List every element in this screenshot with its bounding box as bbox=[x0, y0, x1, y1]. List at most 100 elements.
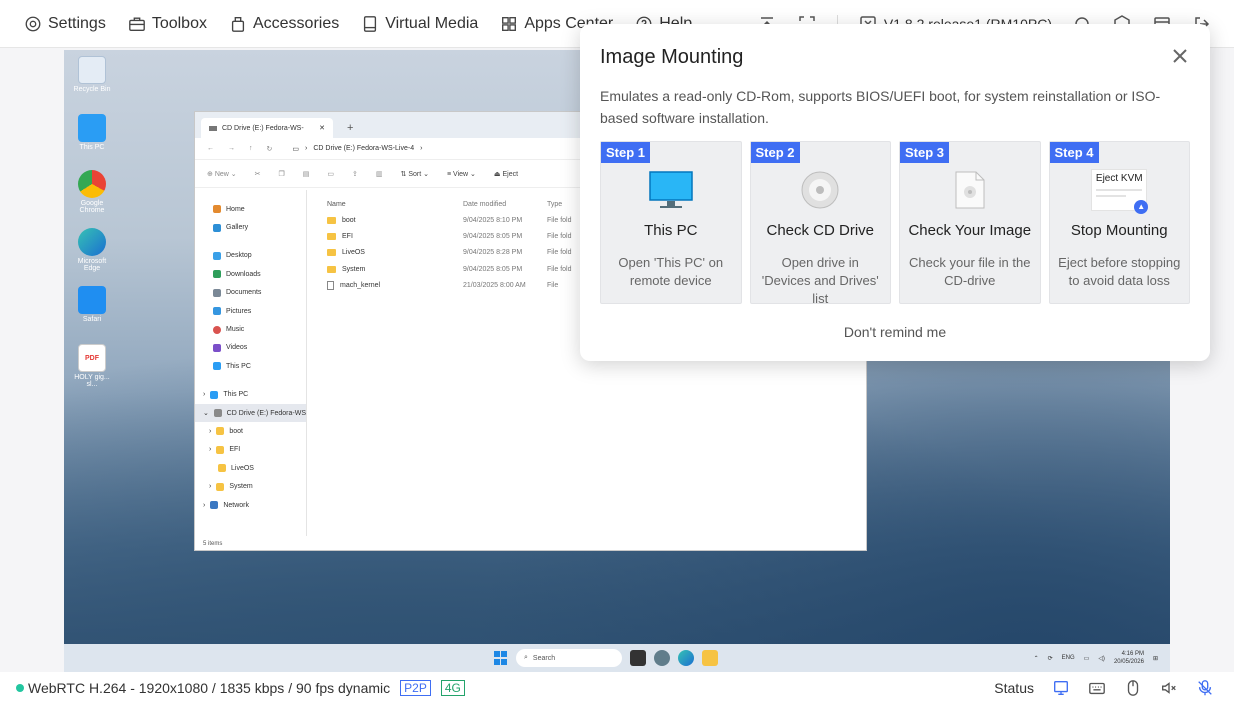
paste-icon[interactable]: ▤ bbox=[303, 170, 310, 178]
microphone-muted-icon[interactable] bbox=[1196, 679, 1214, 697]
nav-item-home[interactable]: Home bbox=[195, 200, 306, 218]
refresh-icon[interactable]: ↻ bbox=[267, 145, 273, 153]
chevron-right-icon: › bbox=[203, 391, 206, 399]
chevron-up-icon[interactable]: ⌃ bbox=[1034, 655, 1039, 662]
taskbar-apps: ⌕ Search bbox=[494, 649, 718, 667]
network-icon[interactable]: ▭ bbox=[1084, 655, 1090, 662]
eject-kvm-card: Eject KVM ▲ bbox=[1091, 169, 1149, 214]
folder-icon bbox=[327, 216, 336, 224]
step-description: Check your file in the CD-drive bbox=[909, 255, 1031, 288]
task-view-icon[interactable] bbox=[630, 650, 646, 666]
folder-icon bbox=[327, 265, 336, 273]
status-button[interactable]: Status bbox=[994, 680, 1034, 696]
home-icon bbox=[213, 205, 221, 214]
view-button[interactable]: ≡ View ⌄ bbox=[447, 170, 476, 178]
clock[interactable]: 4:16 PM 20/05/2026 bbox=[1114, 650, 1144, 666]
desktop-icon-label: Microsoft Edge bbox=[77, 258, 107, 272]
file-name-cell: LiveOS bbox=[321, 249, 463, 257]
nav-item-network[interactable]: › Network bbox=[195, 496, 306, 514]
eject-button[interactable]: ⏏ Eject bbox=[494, 170, 518, 178]
nav-item-efi[interactable]: › EFI bbox=[195, 441, 306, 459]
menu-settings[interactable]: Settings bbox=[24, 15, 106, 33]
speaker-icon[interactable]: ◁) bbox=[1098, 655, 1105, 662]
file-explorer-icon[interactable] bbox=[702, 650, 718, 666]
explorer-tab[interactable]: CD Drive (E:) Fedora-WS- ✕ bbox=[201, 118, 333, 138]
up-icon[interactable]: ↑ bbox=[249, 145, 253, 152]
desktop-icon-label: HOLY gig... sl... bbox=[74, 374, 110, 388]
nav-label: LiveOS bbox=[231, 464, 254, 472]
nav-item-documents[interactable]: Documents bbox=[195, 284, 306, 302]
desktop-icon-edge[interactable]: Microsoft Edge bbox=[70, 228, 114, 272]
desktop-icon-this-pc[interactable]: This PC bbox=[70, 114, 114, 151]
pictures-icon bbox=[213, 307, 221, 316]
column-date[interactable]: Date modified bbox=[463, 201, 547, 208]
file-name: EFI bbox=[342, 232, 353, 240]
folder-icon bbox=[216, 482, 225, 491]
edge-icon[interactable] bbox=[678, 650, 694, 666]
nav-item-desktop[interactable]: Desktop bbox=[195, 247, 306, 265]
dont-remind-button[interactable]: Don't remind me bbox=[600, 324, 1190, 340]
close-tab-icon[interactable]: ✕ bbox=[319, 124, 325, 132]
p2p-badge: P2P bbox=[400, 680, 431, 696]
menu-virtual-media[interactable]: Virtual Media bbox=[361, 15, 478, 33]
notifications-icon[interactable]: ⊞ bbox=[1153, 655, 1158, 662]
close-icon[interactable] bbox=[1172, 48, 1188, 64]
nav-item-videos[interactable]: Videos bbox=[195, 339, 306, 357]
mouse-icon[interactable] bbox=[1124, 679, 1142, 697]
delete-icon[interactable]: ▥ bbox=[376, 170, 383, 178]
gear-icon bbox=[25, 16, 41, 31]
placeholder-line bbox=[1096, 189, 1143, 191]
nav-item-liveos[interactable]: LiveOS bbox=[195, 459, 306, 477]
menu-toolbox[interactable]: Toolbox bbox=[128, 15, 207, 33]
pdf-icon: PDF bbox=[78, 344, 106, 372]
copy-icon[interactable]: ❐ bbox=[279, 170, 285, 178]
nav-item-pictures[interactable]: Pictures bbox=[195, 302, 306, 320]
computer-icon: ▭ bbox=[292, 145, 299, 153]
monitor-icon[interactable] bbox=[1052, 679, 1070, 697]
settings-app-icon[interactable] bbox=[654, 650, 670, 666]
nav-item-cd-drive[interactable]: ⌄ CD Drive (E:) Fedora-WS bbox=[195, 403, 306, 423]
column-name[interactable]: Name bbox=[321, 201, 463, 208]
nav-label: This PC bbox=[223, 391, 249, 399]
new-button[interactable]: ⊕ New ⌄ bbox=[207, 170, 237, 178]
rename-icon[interactable]: ▭ bbox=[327, 170, 334, 178]
nav-item-this-pc-pinned[interactable]: This PC bbox=[195, 357, 306, 375]
nav-item-this-pc[interactable]: › This PC bbox=[195, 386, 306, 404]
back-icon[interactable]: ← bbox=[207, 145, 214, 152]
windows-start-icon[interactable] bbox=[494, 651, 508, 665]
forward-icon[interactable]: → bbox=[228, 145, 235, 152]
chevron-down-icon: ⌄ bbox=[203, 410, 209, 418]
speaker-muted-icon[interactable] bbox=[1160, 679, 1178, 697]
cut-icon[interactable]: ✂ bbox=[255, 170, 261, 178]
desktop-icon-safari[interactable]: Safari bbox=[70, 286, 114, 323]
system-tray: ⌃ ⟳ ENG ▭ ◁) 4:16 PM 20/05/2026 ⊞ bbox=[1034, 650, 1158, 666]
desktop-icon-chrome[interactable]: Google Chrome bbox=[70, 170, 114, 214]
taskbar-search[interactable]: ⌕ Search bbox=[516, 649, 622, 667]
menu-settings-label: Settings bbox=[48, 14, 106, 32]
nav-item-gallery[interactable]: Gallery bbox=[195, 218, 306, 236]
sync-icon[interactable]: ⟳ bbox=[1048, 655, 1053, 662]
desktop-icon-recycle-bin[interactable]: Recycle Bin bbox=[70, 56, 114, 93]
taskbar-search-label: Search bbox=[532, 654, 556, 662]
new-label: New bbox=[214, 170, 229, 178]
nav-label: Music bbox=[226, 326, 245, 334]
keyboard-icon[interactable] bbox=[1088, 679, 1106, 697]
chevron-right-icon: › bbox=[420, 144, 423, 152]
menu-accessories[interactable]: Accessories bbox=[229, 15, 339, 33]
desktop-icon-pdf[interactable]: PDF HOLY gig... sl... bbox=[70, 344, 114, 388]
nav-item-music[interactable]: Music bbox=[195, 320, 306, 338]
file-date: 9/04/2025 8:10 PM bbox=[463, 216, 523, 224]
eject-icon: ▲ bbox=[1134, 200, 1149, 214]
sort-button[interactable]: ⇅ Sort ⌄ bbox=[401, 170, 429, 178]
nav-item-boot[interactable]: › boot bbox=[195, 422, 306, 440]
videos-icon bbox=[213, 343, 221, 352]
nav-item-system[interactable]: › System bbox=[195, 477, 306, 495]
share-icon[interactable]: ⇪ bbox=[352, 170, 358, 178]
language-indicator[interactable]: ENG bbox=[1062, 655, 1075, 661]
nav-item-downloads[interactable]: Downloads bbox=[195, 265, 306, 283]
new-tab-button[interactable]: + bbox=[347, 122, 353, 134]
breadcrumb[interactable]: ▭ › CD Drive (E:) Fedora-WS-Live-4 › bbox=[292, 145, 422, 153]
folder-icon bbox=[216, 445, 225, 454]
nav-label: System bbox=[229, 483, 253, 491]
